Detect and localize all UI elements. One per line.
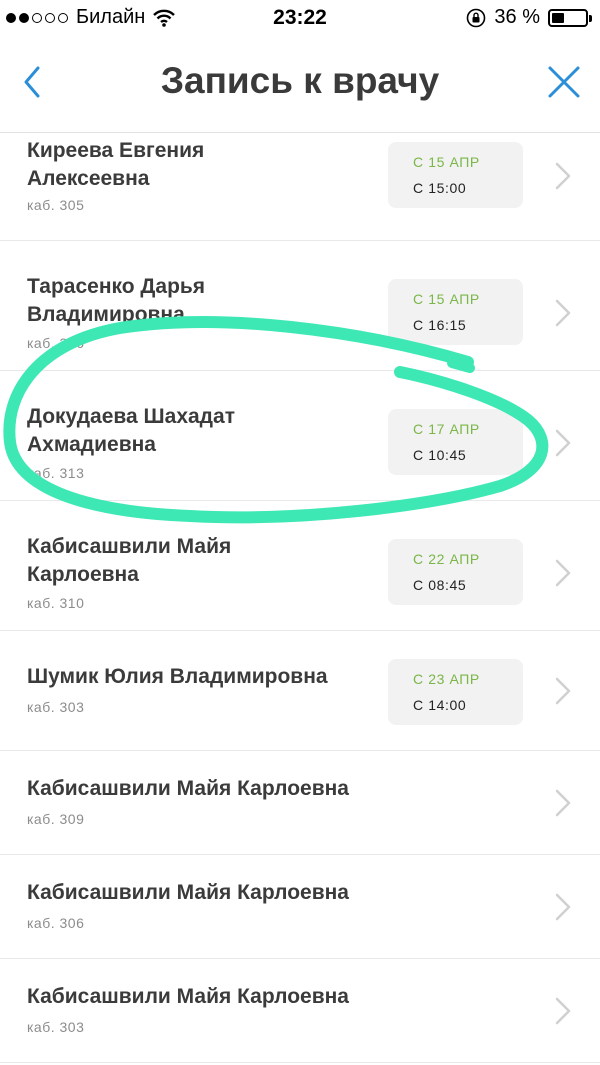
navigation-bar: Запись к врачу [0, 36, 600, 133]
doctor-name: Киреева Евгения Алексеевна [27, 139, 205, 190]
doctor-name: Докудаева Шахадат Ахмадиевна [27, 405, 235, 456]
doctor-row[interactable]: Докудаева Шахадат Ахмадиевна каб. 313 С … [0, 371, 600, 501]
slot-time: С 14:00 [413, 697, 467, 713]
doctor-room: каб. 303 [27, 1019, 85, 1035]
battery-percent: 36 % [494, 6, 540, 28]
chevron-right-icon [555, 677, 571, 705]
slot-badge: С 15 АПР С 15:00 [388, 142, 523, 208]
close-icon[interactable] [544, 62, 584, 102]
slot-time: С 15:00 [413, 180, 467, 196]
chevron-right-icon [555, 162, 571, 190]
chevron-right-icon [555, 893, 571, 921]
doctor-row[interactable]: Кабисашвили Майя Карлоевна каб. 310 С 22… [0, 501, 600, 631]
doctor-room: каб. 306 [27, 915, 85, 931]
doctor-name: Шумик Юлия Владимировна [27, 665, 328, 688]
chevron-right-icon [555, 559, 571, 587]
doctor-room: каб. 306 [27, 335, 85, 351]
doctor-row[interactable]: Тарасенко Дарья Владимировна каб. 306 С … [0, 241, 600, 371]
chevron-right-icon [555, 789, 571, 817]
chevron-right-icon [555, 997, 571, 1025]
slot-badge: С 23 АПР С 14:00 [388, 659, 523, 725]
orientation-lock-icon [467, 8, 486, 27]
doctor-name: Кабисашвили Майя Карлоевна [27, 881, 349, 904]
slot-time: С 08:45 [413, 577, 467, 593]
slot-date: С 23 АПР [413, 671, 480, 687]
slot-date: С 15 АПР [413, 154, 480, 170]
slot-badge: С 15 АПР С 16:15 [388, 279, 523, 345]
slot-badge: С 22 АПР С 08:45 [388, 539, 523, 605]
slot-time: С 10:45 [413, 447, 467, 463]
doctor-name: Тарасенко Дарья Владимировна [27, 275, 206, 326]
doctor-row[interactable]: Кабисашвили Майя Карлоевна каб. 303 [0, 959, 600, 1063]
doctor-room: каб. 310 [27, 595, 85, 611]
doctor-list: Киреева Евгения Алексеевна каб. 305 С 15… [0, 133, 600, 1063]
slot-date: С 17 АПР [413, 421, 480, 437]
doctor-row[interactable]: Кабисашвили Майя Карлоевна каб. 309 [0, 751, 600, 855]
chevron-right-icon [555, 429, 571, 457]
page-title: Запись к врачу [160, 60, 440, 101]
doctor-room: каб. 305 [27, 197, 85, 213]
doctor-room: каб. 303 [27, 699, 85, 715]
doctor-row[interactable]: Киреева Евгения Алексеевна каб. 305 С 15… [0, 133, 600, 241]
chevron-right-icon [555, 299, 571, 327]
slot-badge: С 17 АПР С 10:45 [388, 409, 523, 475]
slot-date: С 15 АПР [413, 291, 480, 307]
doctor-room: каб. 313 [27, 465, 85, 481]
doctor-room: каб. 309 [27, 811, 85, 827]
doctor-name: Кабисашвили Майя Карлоевна [27, 535, 232, 586]
slot-date: С 22 АПР [413, 551, 480, 567]
battery-status: 36 % [466, 6, 592, 29]
doctor-row[interactable]: Шумик Юлия Владимировна каб. 303 С 23 АП… [0, 631, 600, 751]
doctor-name: Кабисашвили Майя Карлоевна [27, 985, 349, 1008]
doctor-row[interactable]: Кабисашвили Майя Карлоевна каб. 306 [0, 855, 600, 959]
slot-time: С 16:15 [413, 317, 467, 333]
doctor-name: Кабисашвили Майя Карлоевна [27, 777, 349, 800]
battery-icon [548, 8, 592, 27]
status-bar: Билайн 23:22 36 % [0, 0, 600, 36]
